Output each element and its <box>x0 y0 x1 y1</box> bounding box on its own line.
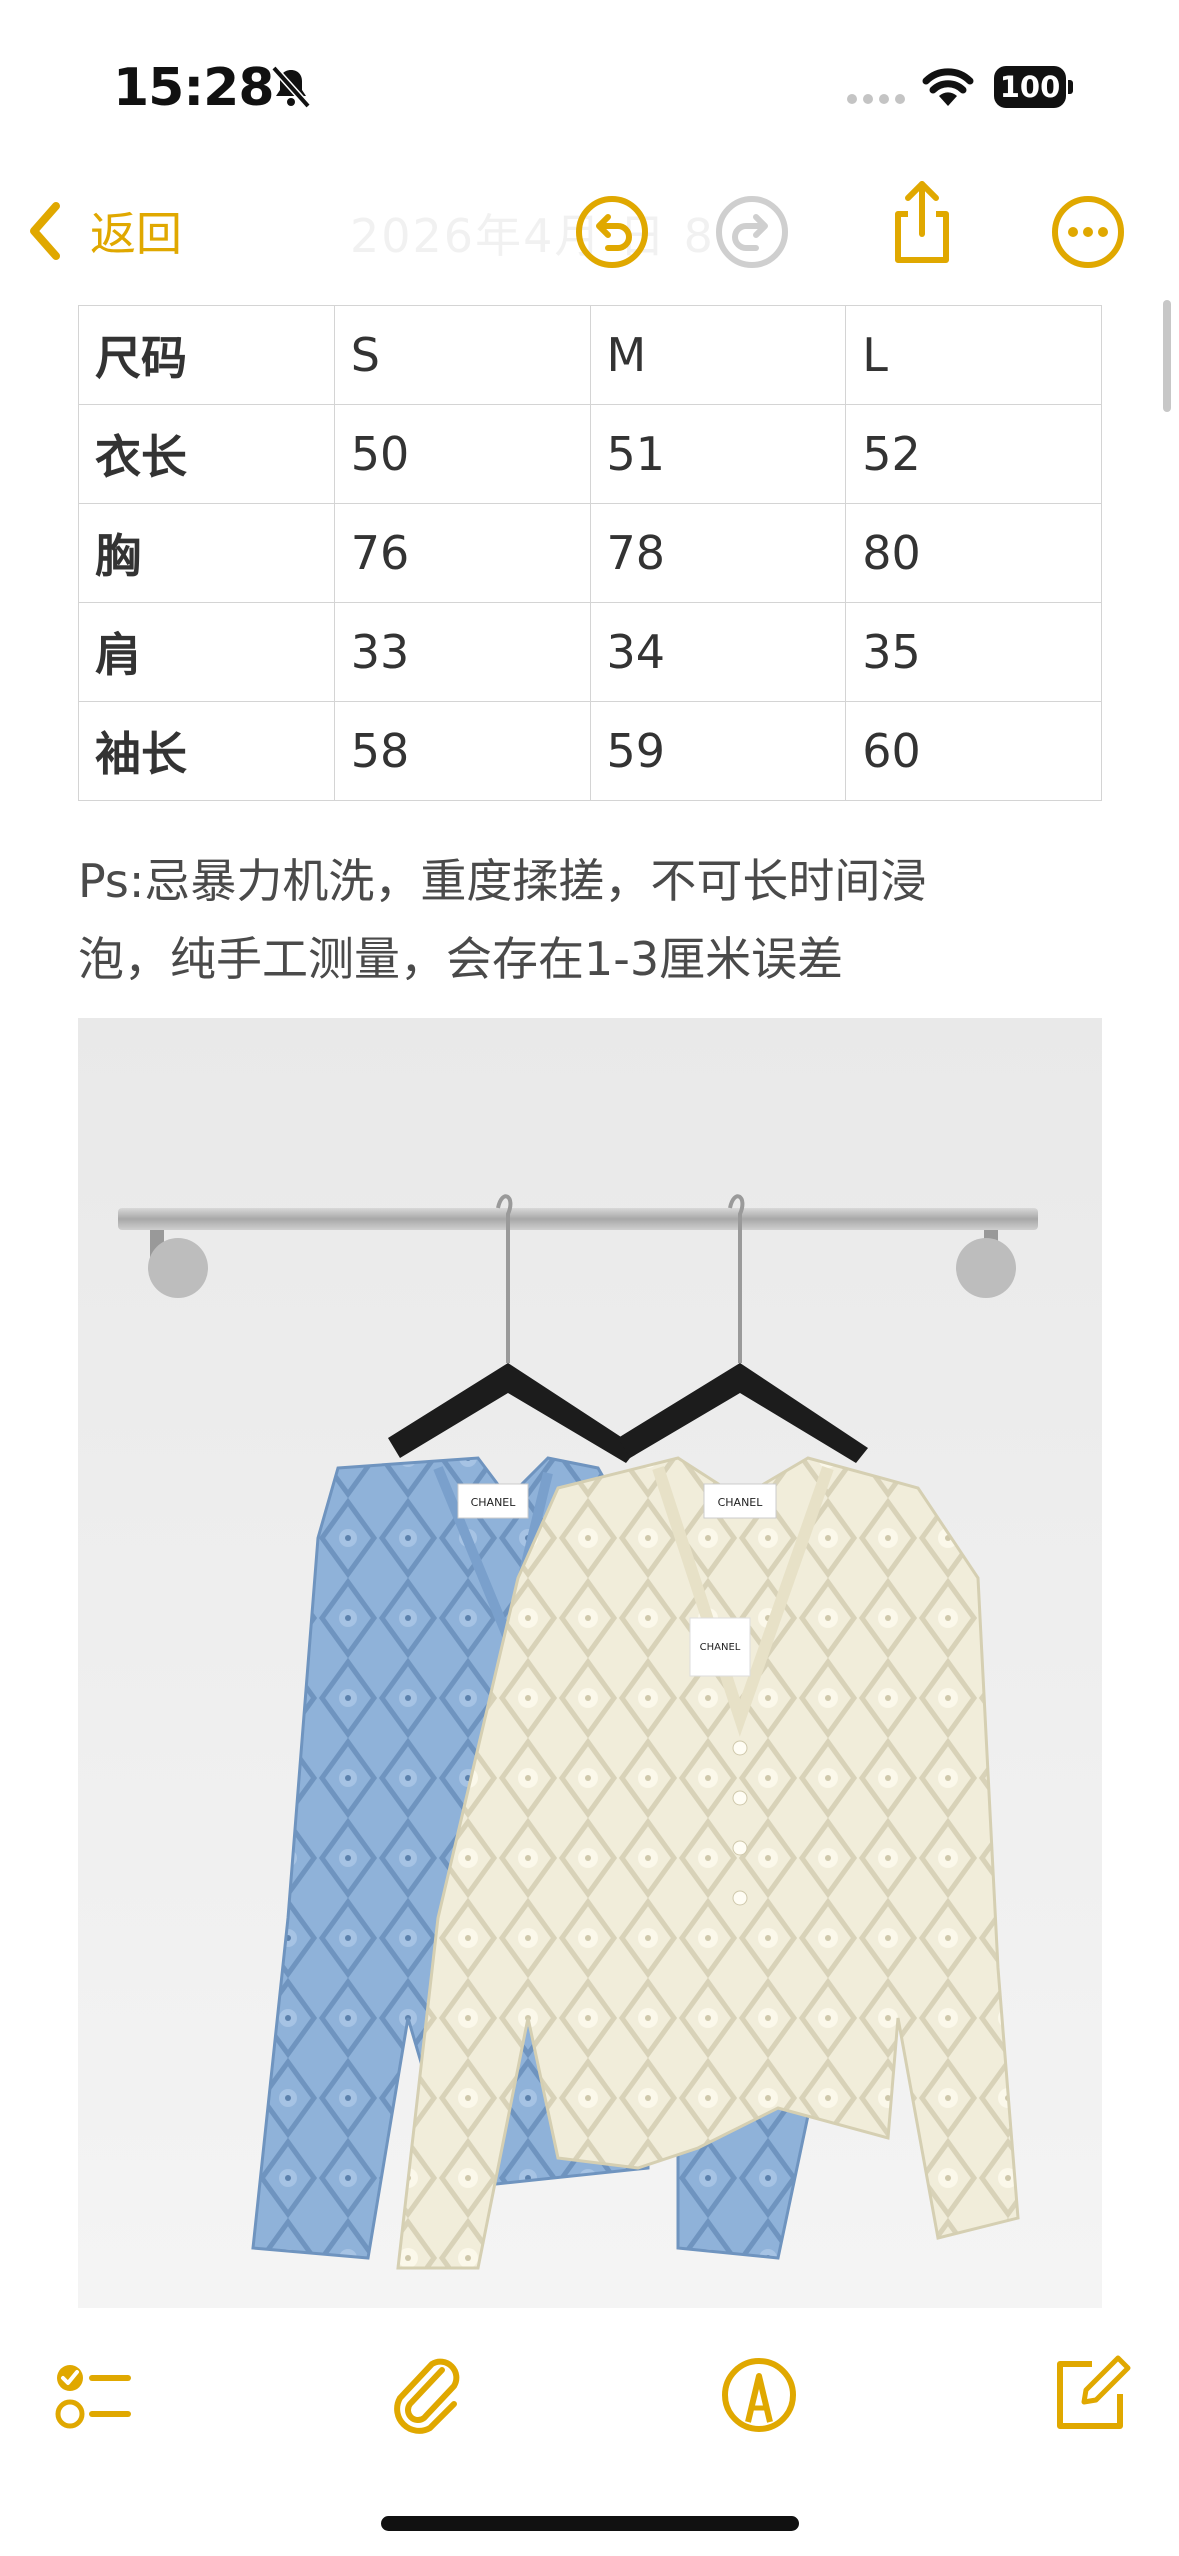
note-line: 泡，纯手工测量，会存在1-3厘米误差 <box>78 932 844 986</box>
cream-neck-label-text: CHANEL <box>718 1496 764 1509</box>
table-cell[interactable]: 52 <box>845 404 1102 504</box>
paperclip-icon[interactable] <box>382 2350 472 2440</box>
blue-neck-label-text: CHANEL <box>471 1496 517 1509</box>
table-cell[interactable]: 肩 <box>78 602 335 702</box>
more-icon[interactable] <box>1042 186 1134 278</box>
table-row: 肩 33 34 35 <box>78 602 1102 702</box>
redo-icon[interactable] <box>706 186 798 278</box>
scroll-indicator[interactable] <box>1163 300 1171 412</box>
table-cell[interactable]: 59 <box>589 701 847 801</box>
status-time: 15:28 <box>113 58 275 118</box>
table-cell[interactable]: 51 <box>589 404 847 504</box>
table-row: 尺码 S M L <box>78 305 1102 405</box>
size-table: 尺码 S M L 衣长 50 51 52 胸 76 78 80 肩 33 34 … <box>78 305 1102 801</box>
back-chevron-icon <box>30 202 60 260</box>
table-cell[interactable]: L <box>845 305 1102 405</box>
note-body-text[interactable]: Ps:忌暴力机洗，重度揉搓，不可长时间浸 泡，纯手工测量，会存在1-3厘米误差 <box>78 842 1102 998</box>
table-cell[interactable]: 袖长 <box>78 701 335 801</box>
table-cell[interactable]: S <box>333 305 591 405</box>
battery-level: 100 <box>994 66 1066 108</box>
table-cell[interactable]: 34 <box>589 602 847 702</box>
table-row: 胸 76 78 80 <box>78 503 1102 603</box>
share-icon[interactable] <box>876 176 968 268</box>
home-indicator[interactable] <box>381 2516 799 2531</box>
table-cell[interactable]: 58 <box>333 701 591 801</box>
signal-icon <box>847 94 905 104</box>
note-title: 2026年4月 日 8 <box>350 209 715 263</box>
undo-icon[interactable] <box>566 186 658 278</box>
table-cell[interactable]: 尺码 <box>78 305 335 405</box>
bottom-toolbar <box>0 2330 1179 2460</box>
table-cell[interactable]: 33 <box>333 602 591 702</box>
note-line: Ps:忌暴力机洗，重度揉搓，不可长时间浸 <box>78 854 927 908</box>
wifi-icon <box>922 68 974 106</box>
table-row: 袖长 58 59 60 <box>78 701 1102 801</box>
mute-icon <box>271 65 311 109</box>
back-button[interactable]: 返回 <box>24 200 182 262</box>
table-cell[interactable]: 60 <box>845 701 1102 801</box>
markup-pen-icon[interactable] <box>714 2350 804 2440</box>
battery-icon: 100 <box>994 66 1074 108</box>
table-cell[interactable]: 50 <box>333 404 591 504</box>
status-bar: 15:28 100 <box>0 0 1179 170</box>
table-cell[interactable]: 80 <box>845 503 1102 603</box>
table-cell[interactable]: 76 <box>333 503 591 603</box>
table-cell[interactable]: 胸 <box>78 503 335 603</box>
checklist-icon[interactable] <box>48 2350 138 2440</box>
compose-icon[interactable] <box>1044 2350 1134 2440</box>
product-photo[interactable]: CHANEL CHANEL CHANEL <box>78 1018 1102 2308</box>
nav-bar: 返回 2026年4月 日 8 <box>0 170 1179 290</box>
back-label: 返回 <box>90 207 182 261</box>
table-row: 衣长 50 51 52 <box>78 404 1102 504</box>
table-cell[interactable]: M <box>589 305 847 405</box>
table-cell[interactable]: 35 <box>845 602 1102 702</box>
battery-cap <box>1068 80 1073 94</box>
hang-tag-text: CHANEL <box>700 1642 741 1653</box>
table-cell[interactable]: 衣长 <box>78 404 335 504</box>
table-cell[interactable]: 78 <box>589 503 847 603</box>
